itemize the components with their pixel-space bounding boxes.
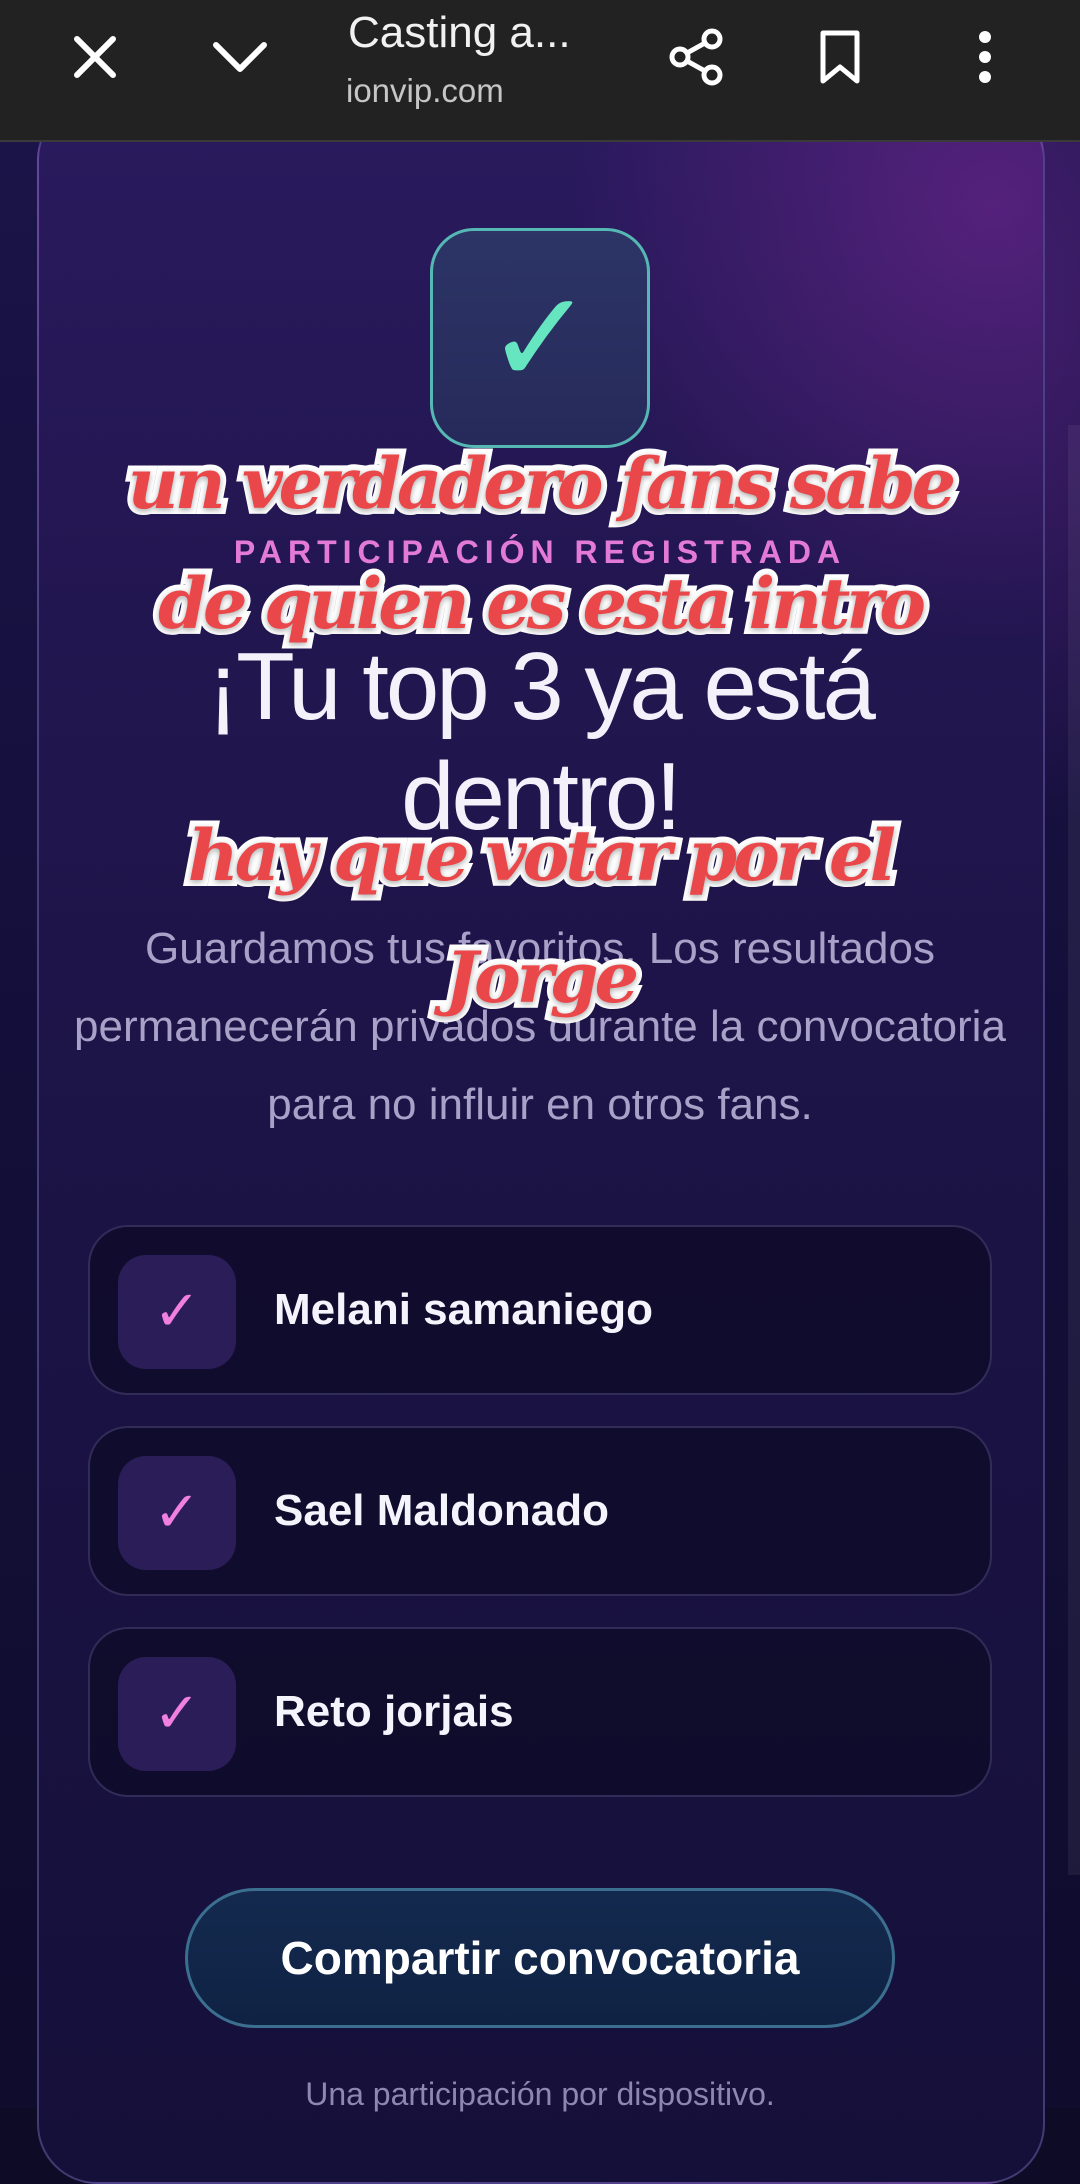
page-title: Casting a... — [348, 8, 571, 57]
selection-item: ✓ Melani samaniego — [88, 1225, 992, 1395]
check-icon: ✓ — [153, 1279, 201, 1344]
overlay-caption: hay que votar por el — [182, 808, 902, 903]
share-call-button[interactable]: Compartir convocatoria — [185, 1888, 895, 2028]
chevron-down-icon — [213, 42, 267, 72]
check-icon: ✓ — [153, 1681, 201, 1746]
success-badge: ✓ — [430, 228, 650, 448]
selection-name: Melani samaniego — [274, 1285, 654, 1334]
selection-name: Reto jorjais — [274, 1687, 514, 1736]
overlay-caption: de quien es esta intro — [152, 556, 932, 651]
browser-toolbar: Casting a... ionvip.com — [0, 0, 1080, 142]
selection-check-box: ✓ — [118, 1657, 236, 1771]
share-icon — [669, 28, 723, 86]
bookmark-button[interactable] — [805, 22, 875, 92]
close-button[interactable] — [60, 22, 130, 92]
more-options-button[interactable] — [950, 22, 1020, 92]
check-icon: ✓ — [485, 262, 595, 414]
overlay-caption: un verdadero fans sabe — [122, 436, 962, 531]
bookmark-icon — [820, 30, 860, 84]
selection-check-box: ✓ — [118, 1255, 236, 1369]
selection-item: ✓ Reto jorjais — [88, 1627, 992, 1797]
footnote-text: Una participación por dispositivo. — [305, 2076, 775, 2112]
page-url[interactable]: ionvip.com — [346, 72, 504, 110]
selection-name: Sael Maldonado — [274, 1486, 609, 1535]
more-vert-icon — [979, 31, 991, 83]
check-icon: ✓ — [153, 1480, 201, 1545]
collapse-button[interactable] — [205, 22, 275, 92]
close-icon — [74, 36, 116, 78]
selection-check-box: ✓ — [118, 1456, 236, 1570]
selection-item: ✓ Sael Maldonado — [88, 1426, 992, 1596]
share-page-button[interactable] — [661, 22, 731, 92]
overlay-caption: Jorge — [439, 930, 645, 1025]
